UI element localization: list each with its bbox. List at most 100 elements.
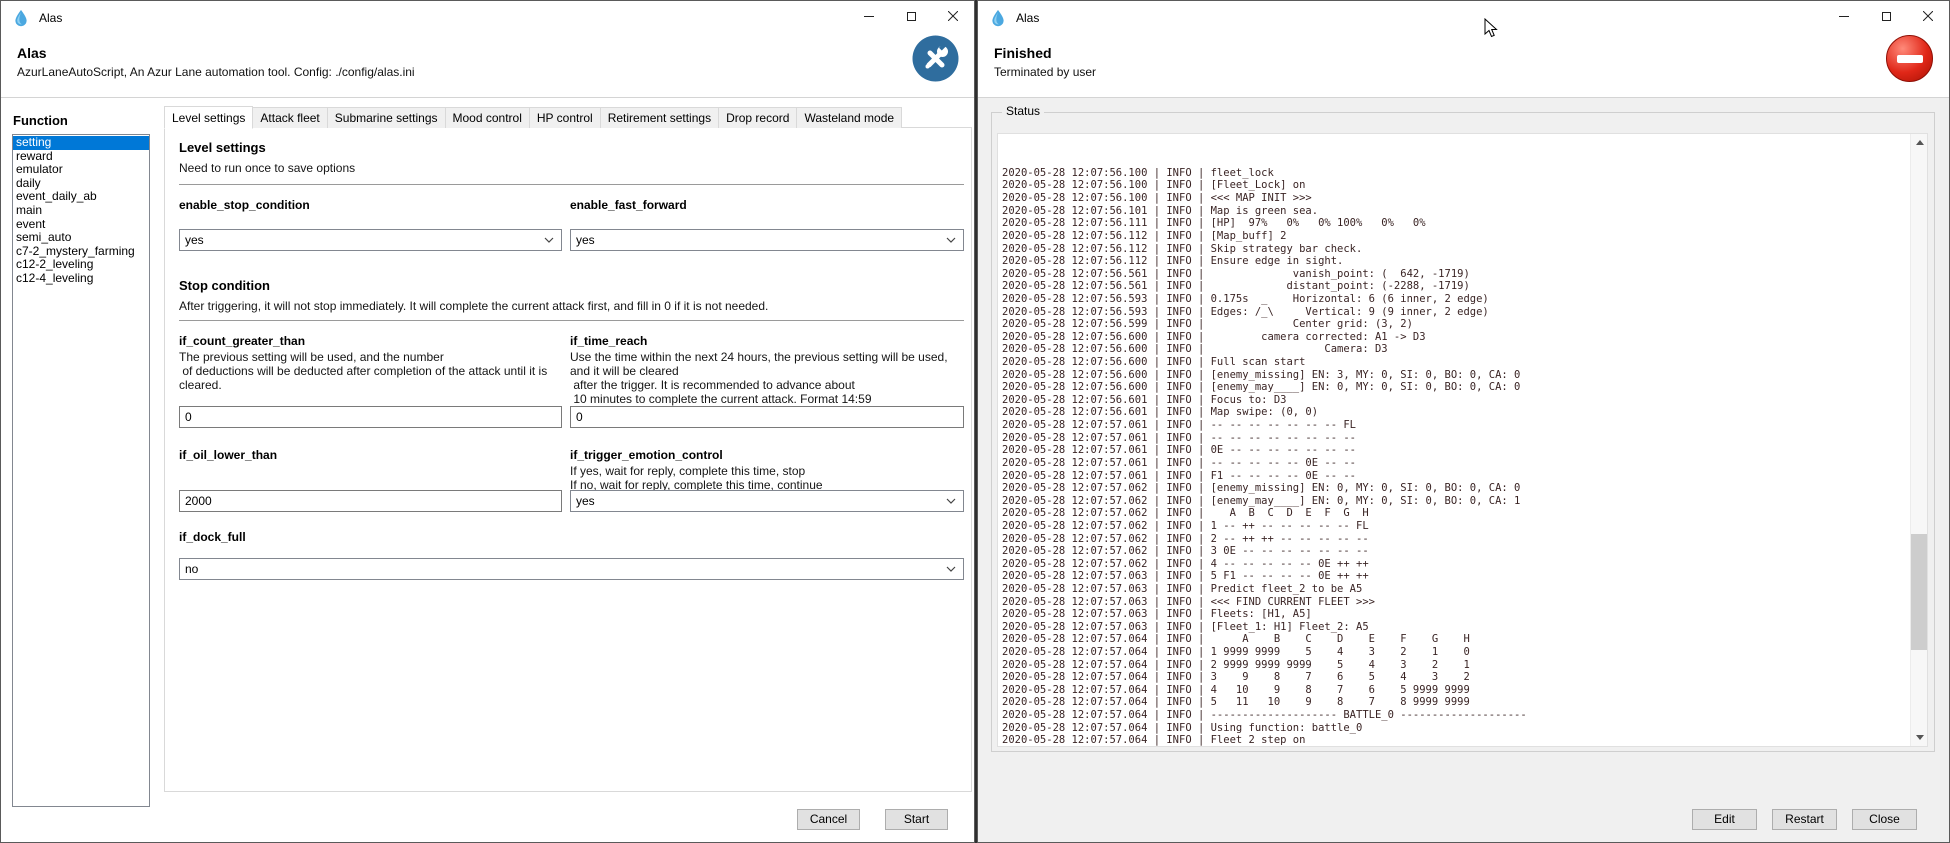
log-line: 2020-05-28 12:07:57.062 | INFO | 3 0E --…	[1002, 545, 1907, 558]
maximize-button[interactable]	[890, 1, 932, 31]
sidebar-item[interactable]: event_daily_ab	[13, 190, 149, 204]
label-enable-fast-forward: enable_fast_forward	[570, 198, 687, 212]
start-button[interactable]: Start	[885, 809, 948, 830]
log-scrollbar[interactable]	[1910, 134, 1927, 746]
sidebar-item[interactable]: setting	[13, 136, 149, 150]
tab[interactable]: Level settings	[164, 106, 253, 129]
input-if-oil-lower-than[interactable]	[179, 490, 562, 512]
chevron-down-icon	[946, 566, 958, 572]
sidebar-item[interactable]: reward	[13, 150, 149, 164]
tab[interactable]: HP control	[529, 107, 601, 128]
label-if-count-greater-than: if_count_greater_than	[179, 334, 305, 348]
log-line: 2020-05-28 12:07:56.600 | INFO | [enemy_…	[1002, 369, 1907, 382]
close-window-button[interactable]: Close	[1852, 809, 1917, 830]
log-line: 2020-05-28 12:07:57.064 | INFO | 2 9999 …	[1002, 659, 1907, 672]
chevron-down-icon	[946, 498, 958, 504]
chevron-down-icon	[946, 237, 958, 243]
sidebar-item[interactable]: c12-4_leveling	[13, 272, 149, 286]
divider	[179, 184, 964, 185]
minimize-icon	[864, 16, 874, 17]
arrow-up-icon	[1916, 140, 1924, 145]
status-window: Alas Finished Terminated by user Status …	[977, 0, 1950, 843]
log-area[interactable]: 2020-05-28 12:07:56.100 | INFO | fleet_l…	[997, 133, 1928, 747]
log-line: 2020-05-28 12:07:57.063 | INFO | Predict…	[1002, 583, 1907, 596]
log-line: 2020-05-28 12:07:57.064 | INFO | Using f…	[1002, 722, 1907, 735]
header-divider	[1, 97, 974, 98]
restart-button[interactable]: Restart	[1772, 809, 1837, 830]
log-line: 2020-05-28 12:07:57.061 | INFO | 0E -- -…	[1002, 444, 1907, 457]
window-title: Alas	[39, 11, 62, 25]
sidebar-item[interactable]: daily	[13, 177, 149, 191]
section-desc-stop-condition: After triggering, it will not stop immed…	[179, 299, 959, 313]
log-line: 2020-05-28 12:07:56.112 | INFO | Skip st…	[1002, 243, 1907, 256]
tab[interactable]: Wasteland mode	[796, 107, 902, 128]
divider	[179, 320, 964, 321]
combo-enable-fast-forward[interactable]: yes	[570, 229, 964, 251]
chevron-down-icon	[544, 237, 556, 243]
sidebar-item[interactable]: event	[13, 218, 149, 232]
log-line: 2020-05-28 12:07:56.593 | INFO | 0.175s …	[1002, 293, 1907, 306]
log-line: 2020-05-28 12:07:56.111 | INFO | [HP] 97…	[1002, 217, 1907, 230]
log-line: 2020-05-28 12:07:57.062 | INFO | 1 -- ++…	[1002, 520, 1907, 533]
tab[interactable]: Drop record	[718, 107, 797, 128]
log-line: 2020-05-28 12:07:57.062 | INFO | A B C D…	[1002, 507, 1907, 520]
status-title: Finished	[994, 45, 1052, 61]
level-settings-panel: Level settings Need to run once to save …	[164, 127, 972, 792]
log-line: 2020-05-28 12:07:56.600 | INFO | [enemy_…	[1002, 381, 1907, 394]
log-line: 2020-05-28 12:07:57.064 | INFO | Fleet 2…	[1002, 734, 1907, 747]
input-if-time-reach[interactable]	[570, 406, 964, 428]
log-lines: 2020-05-28 12:07:56.100 | INFO | fleet_l…	[1002, 133, 1907, 747]
close-button[interactable]	[932, 1, 974, 31]
log-line: 2020-05-28 12:07:56.100 | INFO | [Fleet_…	[1002, 179, 1907, 192]
log-line: 2020-05-28 12:07:56.600 | INFO | camera …	[1002, 331, 1907, 344]
scroll-up-button[interactable]	[1911, 134, 1928, 151]
log-line: 2020-05-28 12:07:57.062 | INFO | [enemy_…	[1002, 482, 1907, 495]
tab[interactable]: Mood control	[445, 107, 530, 128]
edit-button[interactable]: Edit	[1692, 809, 1757, 830]
page-subtitle: AzurLaneAutoScript, An Azur Lane automat…	[17, 65, 415, 79]
cancel-button[interactable]: Cancel	[797, 809, 860, 830]
sidebar-item[interactable]: emulator	[13, 163, 149, 177]
log-line: 2020-05-28 12:07:57.062 | INFO | [enemy_…	[1002, 495, 1907, 508]
desc-if-count-greater-than: The previous setting will be used, and t…	[179, 350, 562, 392]
sidebar-item[interactable]: main	[13, 204, 149, 218]
status-groupbox: Status 2020-05-28 12:07:56.100 | INFO | …	[991, 112, 1935, 752]
combo-value: yes	[185, 233, 204, 247]
window-title: Alas	[1016, 11, 1039, 25]
tab[interactable]: Retirement settings	[600, 107, 719, 128]
minimize-button[interactable]	[1823, 1, 1865, 31]
log-line: 2020-05-28 12:07:57.064 | INFO | 5 11 10…	[1002, 696, 1907, 709]
combo-if-trigger-emotion-control[interactable]: yes	[570, 490, 964, 512]
input-if-count-greater-than[interactable]	[179, 406, 562, 428]
minimize-icon	[1839, 16, 1849, 17]
close-button[interactable]	[1907, 1, 1949, 31]
close-icon	[948, 11, 958, 21]
app-icon	[12, 9, 30, 27]
scrollbar-thumb[interactable]	[1911, 534, 1928, 650]
log-line: 2020-05-28 12:07:56.100 | INFO | fleet_l…	[1002, 167, 1907, 180]
log-line: 2020-05-28 12:07:56.601 | INFO | Focus t…	[1002, 394, 1907, 407]
sidebar-item[interactable]: semi_auto	[13, 231, 149, 245]
function-listbox[interactable]: setting reward emulator daily event_dail…	[12, 134, 150, 807]
log-line: 2020-05-28 12:07:56.561 | INFO | distant…	[1002, 280, 1907, 293]
tab[interactable]: Attack fleet	[252, 107, 327, 128]
log-line: 2020-05-28 12:07:56.561 | INFO | vanish_…	[1002, 268, 1907, 281]
sidebar-item[interactable]: c12-2_leveling	[13, 258, 149, 272]
maximize-icon	[1882, 12, 1891, 21]
log-line: 2020-05-28 12:07:57.062 | INFO | 2 -- ++…	[1002, 533, 1907, 546]
scroll-down-button[interactable]	[1911, 729, 1928, 746]
log-line: 2020-05-28 12:07:56.101 | INFO | Map is …	[1002, 205, 1907, 218]
label-if-oil-lower-than: if_oil_lower_than	[179, 448, 277, 462]
combo-enable-stop-condition[interactable]: yes	[179, 229, 562, 251]
titlebar: Alas	[1, 1, 974, 35]
tab[interactable]: Submarine settings	[327, 107, 446, 128]
combo-if-dock-full[interactable]: no	[179, 558, 964, 580]
status-body: Status 2020-05-28 12:07:56.100 | INFO | …	[978, 98, 1949, 842]
sidebar-item[interactable]: c7-2_mystery_farming	[13, 245, 149, 259]
page-title: Alas	[17, 45, 47, 61]
maximize-button[interactable]	[1865, 1, 1907, 31]
log-line: 2020-05-28 12:07:56.600 | INFO | Camera:…	[1002, 343, 1907, 356]
log-line: 2020-05-28 12:07:57.064 | INFO | -------…	[1002, 709, 1907, 722]
minimize-button[interactable]	[848, 1, 890, 31]
label-if-dock-full: if_dock_full	[179, 530, 246, 544]
